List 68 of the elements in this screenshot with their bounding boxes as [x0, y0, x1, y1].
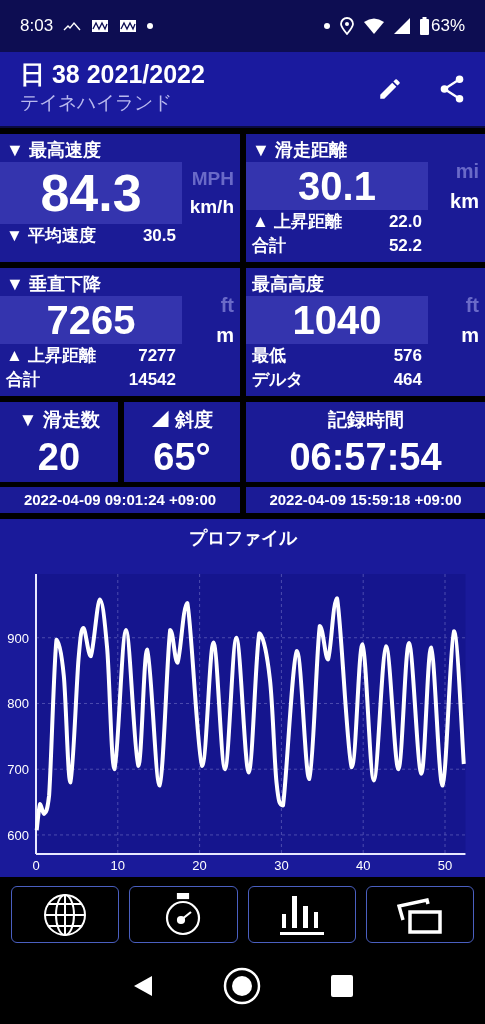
mountain-icon — [63, 21, 82, 31]
signal-icon — [393, 18, 410, 34]
stat-number: 576 — [393, 345, 422, 367]
stopwatch-icon — [164, 892, 203, 937]
x-tick-label: 0 — [32, 858, 40, 873]
edit-icon[interactable] — [377, 76, 403, 102]
timestamp: 2022-04-09 15:59:18 +09:00 — [246, 487, 485, 513]
home-icon[interactable] — [222, 967, 261, 1005]
x-tick-label: 10 — [110, 858, 126, 873]
y-tick-label: 600 — [7, 827, 29, 843]
toolbar-button[interactable] — [247, 886, 356, 943]
stat-label: 最低 — [252, 345, 286, 367]
stat-title[interactable]: ▼ 最高速度 — [0, 138, 240, 162]
share-icon[interactable] — [439, 75, 465, 103]
chart-icon — [119, 19, 138, 33]
stat-label: 合計 — [252, 235, 286, 257]
stat-value: 30.1 — [246, 162, 428, 210]
stat-number: 7277 — [138, 345, 176, 367]
back-icon[interactable] — [132, 975, 153, 997]
chart-icon — [91, 19, 110, 33]
battery-icon — [419, 17, 429, 35]
x-tick-label: 20 — [192, 858, 207, 873]
stat-number: 14542 — [128, 369, 176, 391]
resort-name: テイネハイランド — [20, 90, 173, 115]
y-tick-label: 700 — [7, 762, 29, 778]
recents-icon[interactable] — [330, 975, 353, 997]
stat-value: 84.3 — [0, 162, 182, 224]
dot-icon — [323, 23, 330, 29]
x-tick-label: 40 — [355, 858, 371, 873]
summary-title[interactable]: 記録時間 — [246, 406, 485, 435]
chart-title: プロファイル — [187, 527, 298, 550]
unit-option[interactable]: m — [461, 320, 479, 350]
location-icon — [339, 17, 354, 35]
stat-number: 22.0 — [388, 211, 422, 233]
timestamp: 2022-04-09 09:01:24 +09:00 — [0, 487, 240, 513]
toolbar-button[interactable] — [129, 886, 238, 943]
stat-number: 52.2 — [388, 235, 422, 257]
unit-option[interactable]: km — [450, 186, 479, 216]
toolbar-button[interactable] — [11, 886, 120, 943]
y-tick-label: 800 — [7, 696, 29, 712]
toolbar-button[interactable] — [365, 886, 474, 943]
stat-label: デルタ — [252, 369, 303, 391]
screen-title: 日 38 2021/2022 — [20, 61, 206, 89]
stat-number: 30.5 — [142, 225, 176, 247]
stat-label: ▲ 上昇距離 — [6, 345, 96, 367]
windows-icon — [396, 895, 443, 934]
globe-icon — [43, 892, 88, 937]
battery-level: 63% — [430, 15, 465, 38]
x-tick-label: 50 — [437, 858, 453, 873]
stat-label: 合計 — [6, 369, 40, 391]
dot-icon — [147, 23, 154, 29]
unit-option[interactable]: km/h — [189, 193, 234, 222]
unit-option[interactable]: m — [216, 320, 234, 350]
summary-title[interactable]: ◢ 斜度 — [124, 406, 240, 435]
x-tick-label: 30 — [274, 858, 289, 873]
summary-value: 20 — [36, 434, 82, 480]
stat-label: ▼ 平均速度 — [6, 225, 96, 247]
summary-value: 65° — [152, 434, 212, 480]
bar-chart-icon — [279, 893, 324, 936]
y-tick-label: 900 — [7, 630, 29, 646]
summary-title[interactable]: ▼ 滑走数 — [0, 406, 118, 435]
wifi-icon — [363, 18, 384, 34]
stat-label: ▲ 上昇距離 — [252, 211, 342, 233]
status-time: 8:03 — [20, 15, 54, 38]
stat-value: 1040 — [246, 296, 428, 344]
stat-value: 7265 — [0, 296, 182, 344]
stat-number: 464 — [393, 369, 422, 391]
summary-value: 06:57:54 — [288, 434, 443, 480]
